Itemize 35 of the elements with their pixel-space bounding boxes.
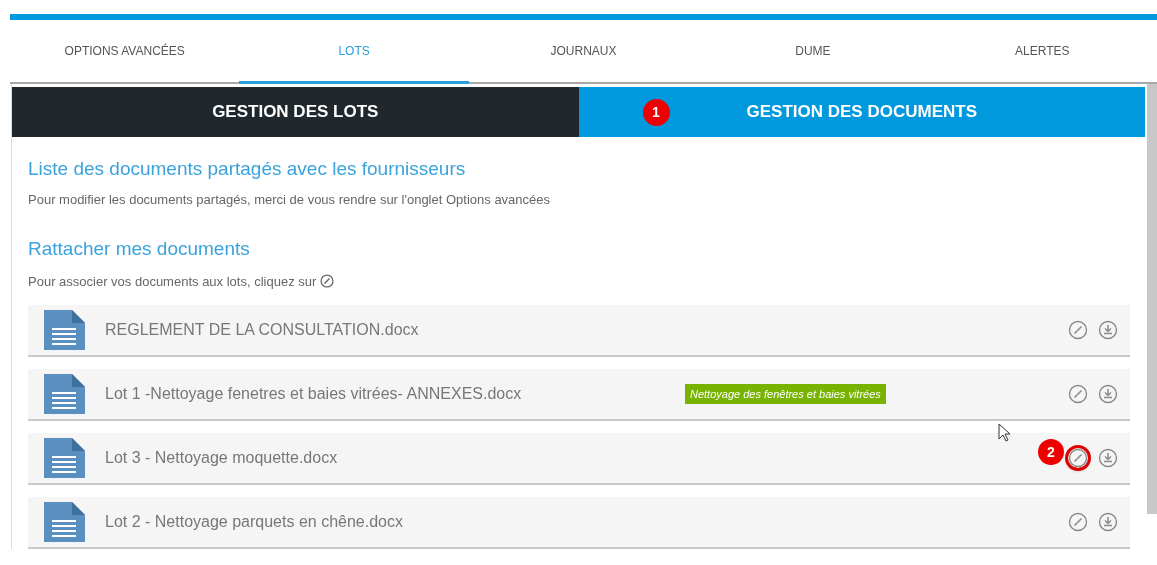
section-tab[interactable]: 1 GESTION DES DOCUMENTS <box>578 87 1145 137</box>
edit-icon[interactable] <box>1068 384 1088 404</box>
tab[interactable]: OPTIONS AVANCÉES <box>10 20 240 84</box>
document-icon <box>44 438 85 478</box>
section-tab[interactable]: GESTION DES LOTS <box>12 87 579 137</box>
section-note: Pour modifier les documents partagés, merci de vous rendre sur l'onglet Options avancées <box>28 190 552 209</box>
document-name: Lot 1 -Nettoyage fenetres et baies vitrées- ANNEXES.docx <box>105 384 523 404</box>
tab[interactable]: JOURNAUX <box>468 20 699 84</box>
lot-tag: Nettoyage des fenêtres et baies vitrées <box>685 383 886 405</box>
callout-badge: 1 <box>642 99 670 126</box>
section-note: Pour associer vos documents aux lots, cliquez sur <box>28 272 317 291</box>
download-icon[interactable] <box>1098 448 1118 468</box>
document-row[interactable]: REGLEMENT DE LA CONSULTATION.docx <box>28 305 1130 357</box>
edit-icon[interactable] <box>1068 320 1088 340</box>
tab[interactable]: DUME <box>698 20 928 84</box>
document-icon <box>44 310 85 350</box>
download-icon[interactable] <box>1098 320 1118 340</box>
edit-icon <box>320 274 335 289</box>
edit-icon[interactable] <box>1068 512 1088 532</box>
document-name: REGLEMENT DE LA CONSULTATION.docx <box>105 320 420 340</box>
edit-icon[interactable] <box>1068 448 1088 468</box>
document-icon <box>44 502 85 542</box>
download-icon[interactable] <box>1098 512 1118 532</box>
mouse-pointer-icon <box>998 423 1012 443</box>
document-name: Lot 2 - Nettoyage parquets en chêne.docx <box>105 512 404 532</box>
tab[interactable]: LOTS <box>239 20 469 84</box>
document-row[interactable]: Lot 2 - Nettoyage parquets en chêne.docx <box>28 497 1130 549</box>
download-icon[interactable] <box>1098 384 1118 404</box>
document-icon <box>44 374 85 414</box>
document-row[interactable]: Lot 1 -Nettoyage fenetres et baies vitrées- ANNEXES.docx Nettoyage des fenêtres et baies vitrées <box>28 369 1130 421</box>
tab[interactable]: ALERTES <box>927 20 1157 84</box>
section-heading: Liste des documents partagés avec les fournisseurs <box>28 157 467 181</box>
document-name: Lot 3 - Nettoyage moquette.docx <box>105 448 339 468</box>
scrollbar[interactable] <box>1147 84 1157 514</box>
section-heading: Rattacher mes documents <box>28 237 251 261</box>
